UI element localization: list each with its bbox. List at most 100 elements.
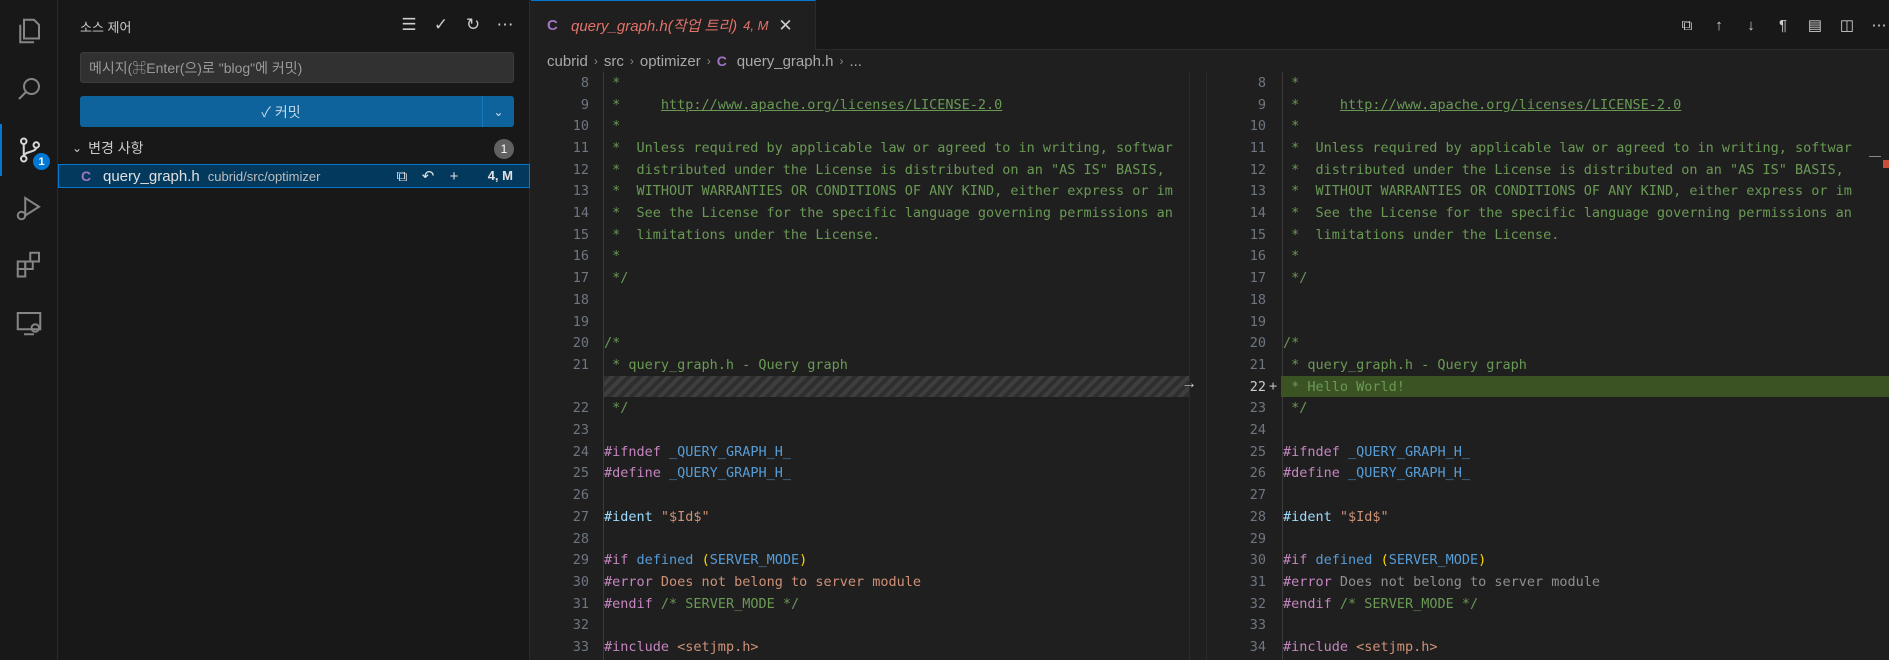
code-line[interactable]: 21 * query_graph.h - Query graph	[1207, 354, 1889, 376]
stage-changes-icon[interactable]: +	[445, 166, 463, 186]
code-line[interactable]: 28	[531, 528, 1207, 550]
code-line[interactable]: 23 */	[1207, 398, 1889, 420]
breadcrumb-item[interactable]: src	[604, 53, 624, 70]
code-line[interactable]: 18	[1207, 289, 1889, 311]
code-line[interactable]: 19	[1207, 311, 1889, 333]
next-change-icon[interactable]: ↓	[1741, 14, 1761, 36]
explorer-icon[interactable]	[0, 5, 58, 57]
code-line[interactable]: 9 * http://www.apache.org/licenses/LICEN…	[1207, 94, 1889, 116]
code-line[interactable]: 26 #define _QUERY_GRAPH_H_	[1207, 463, 1889, 485]
code-line[interactable]: 18	[531, 289, 1207, 311]
code-line[interactable]: 16 *	[531, 246, 1207, 268]
check-icon[interactable]: ✓	[431, 14, 451, 36]
modified-pane[interactable]: 8 * 9 * http://www.apache.org/licenses/LI…	[1207, 72, 1889, 660]
code-line[interactable]: 20 /*	[1207, 332, 1889, 354]
code-line[interactable]: 22 * Hello World!	[1207, 376, 1889, 398]
breadcrumb-item[interactable]: optimizer	[640, 53, 701, 70]
chevron-down-icon[interactable]: ⌄	[482, 96, 514, 127]
code-line[interactable]: 33	[1207, 615, 1889, 637]
code-line[interactable]: 15 * limitations under the License.	[531, 224, 1207, 246]
code-line[interactable]: 13 * WITHOUT WARRANTIES OR CONDITIONS OF…	[531, 181, 1207, 203]
code-line[interactable]: 23	[531, 419, 1207, 441]
line-number: 9	[580, 96, 589, 113]
more-icon[interactable]: ⋯	[495, 14, 515, 36]
code-line[interactable]: 22 */	[531, 398, 1207, 420]
code-line[interactable]: 26	[531, 484, 1207, 506]
code-line[interactable]: 29	[1207, 528, 1889, 550]
code-line[interactable]: 25 #define _QUERY_GRAPH_H_	[531, 463, 1207, 485]
changes-section-header[interactable]: ⌄ 변경 사항 1	[58, 137, 530, 159]
code-line[interactable]: 27 #ident "$Id$"	[531, 506, 1207, 528]
code-line[interactable]: 31 #error Does not belong to server modul…	[1207, 571, 1889, 593]
extensions-icon[interactable]	[0, 238, 58, 290]
code-line[interactable]: 14 * See the License for the specific la…	[1207, 202, 1889, 224]
code-line[interactable]: 27	[1207, 484, 1889, 506]
code-line[interactable]: 30 #if defined (SERVER_MODE)	[1207, 549, 1889, 571]
breadcrumb-item[interactable]: cubrid	[547, 53, 588, 70]
split-editor-icon[interactable]: ◫	[1837, 14, 1857, 36]
search-icon[interactable]	[0, 63, 58, 115]
close-icon[interactable]: ✕	[778, 16, 792, 36]
code-line[interactable]: 12 * distributed under the License is di…	[531, 159, 1207, 181]
refresh-icon[interactable]: ↻	[463, 14, 483, 36]
commit-button-label[interactable]: ✓ 커밋	[80, 96, 482, 127]
line-number: 24	[1249, 422, 1266, 439]
code-line[interactable]: 11 * Unless required by applicable law o…	[531, 137, 1207, 159]
tab-query-graph[interactable]: C query_graph.h(작업 트리) 4, M ✕	[531, 0, 816, 50]
diff-divider[interactable]	[1189, 72, 1207, 660]
code-line[interactable]: 33 #include <setjmp.h>	[531, 636, 1207, 658]
code-line[interactable]: 15 * limitations under the License.	[1207, 224, 1889, 246]
open-file-icon[interactable]: ⧉	[393, 166, 411, 186]
breadcrumb-item[interactable]: ...	[849, 53, 862, 70]
line-number: 11	[572, 139, 589, 156]
code-line[interactable]: 17 */	[531, 267, 1207, 289]
more-icon[interactable]: ⋯	[1869, 14, 1889, 36]
code-line[interactable]: 32	[531, 615, 1207, 637]
code-line[interactable]	[531, 376, 1207, 398]
previous-change-icon[interactable]: ↑	[1709, 14, 1729, 36]
code-line[interactable]: 24	[1207, 419, 1889, 441]
code-line[interactable]: 17 */	[1207, 267, 1889, 289]
code-line[interactable]: 9 * http://www.apache.org/licenses/LICEN…	[531, 94, 1207, 116]
breadcrumb-item[interactable]: query_graph.h	[737, 53, 834, 70]
commit-message-input[interactable]: 메시지(⌘Enter(으)로 "blog"에 커밋)	[80, 52, 514, 83]
code-line[interactable]: 12 * distributed under the License is di…	[1207, 159, 1889, 181]
code-line[interactable]: 28 #ident "$Id$"	[1207, 506, 1889, 528]
tab-bar: C query_graph.h(작업 트리) 4, M ✕ ⧉ ↑ ↓ ¶ ▤ …	[531, 0, 1889, 50]
code-line[interactable]: 31 #endif /* SERVER_MODE */	[531, 593, 1207, 615]
code-text: * distributed under the License is distr…	[604, 161, 1165, 178]
code-line[interactable]: 13 * WITHOUT WARRANTIES OR CONDITIONS OF…	[1207, 181, 1889, 203]
original-pane[interactable]: 8 * 9 * http://www.apache.org/licenses/LI…	[531, 72, 1207, 660]
editor-actions: ⧉ ↑ ↓ ¶ ▤ ◫ ⋯	[1677, 14, 1889, 36]
code-text: #if defined (SERVER_MODE)	[604, 552, 808, 569]
code-line[interactable]: 20 /*	[531, 332, 1207, 354]
code-line[interactable]: 16 *	[1207, 246, 1889, 268]
list-view-icon[interactable]: ☰	[399, 14, 419, 36]
file-status: 4, M	[487, 168, 513, 183]
code-line[interactable]: 32 #endif /* SERVER_MODE */	[1207, 593, 1889, 615]
code-line[interactable]: 8 *	[531, 72, 1207, 94]
source-control-icon[interactable]: 1	[0, 124, 58, 176]
code-line[interactable]: 34 #include <setjmp.h>	[1207, 636, 1889, 658]
code-line[interactable]: 19	[531, 311, 1207, 333]
run-debug-icon[interactable]	[0, 182, 58, 234]
code-line[interactable]: 30 #error Does not belong to server modul…	[531, 571, 1207, 593]
line-number: 23	[572, 422, 589, 439]
code-line[interactable]: 10 *	[531, 115, 1207, 137]
code-line[interactable]: 24 #ifndef _QUERY_GRAPH_H_	[531, 441, 1207, 463]
code-line[interactable]: 25 #ifndef _QUERY_GRAPH_H_	[1207, 441, 1889, 463]
code-line[interactable]: 11 * Unless required by applicable law o…	[1207, 137, 1889, 159]
discard-changes-icon[interactable]: ↶	[419, 166, 437, 186]
code-line[interactable]: 29 #if defined (SERVER_MODE)	[531, 549, 1207, 571]
code-line[interactable]: 8 *	[1207, 72, 1889, 94]
open-file-icon[interactable]: ⧉	[1677, 14, 1697, 36]
map-icon[interactable]: ▤	[1805, 14, 1825, 36]
changed-file-row[interactable]: C query_graph.h cubrid/src/optimizer ⧉ ↶…	[58, 164, 530, 188]
code-line[interactable]: 21 * query_graph.h - Query graph	[531, 354, 1207, 376]
whitespace-icon[interactable]: ¶	[1773, 14, 1793, 36]
code-line[interactable]: 10 *	[1207, 115, 1889, 137]
revert-arrow-icon[interactable]: →	[1181, 375, 1197, 393]
commit-button[interactable]: ✓ 커밋 ⌄	[80, 96, 514, 127]
code-line[interactable]: 14 * See the License for the specific la…	[531, 202, 1207, 224]
remote-explorer-icon[interactable]	[0, 297, 58, 349]
